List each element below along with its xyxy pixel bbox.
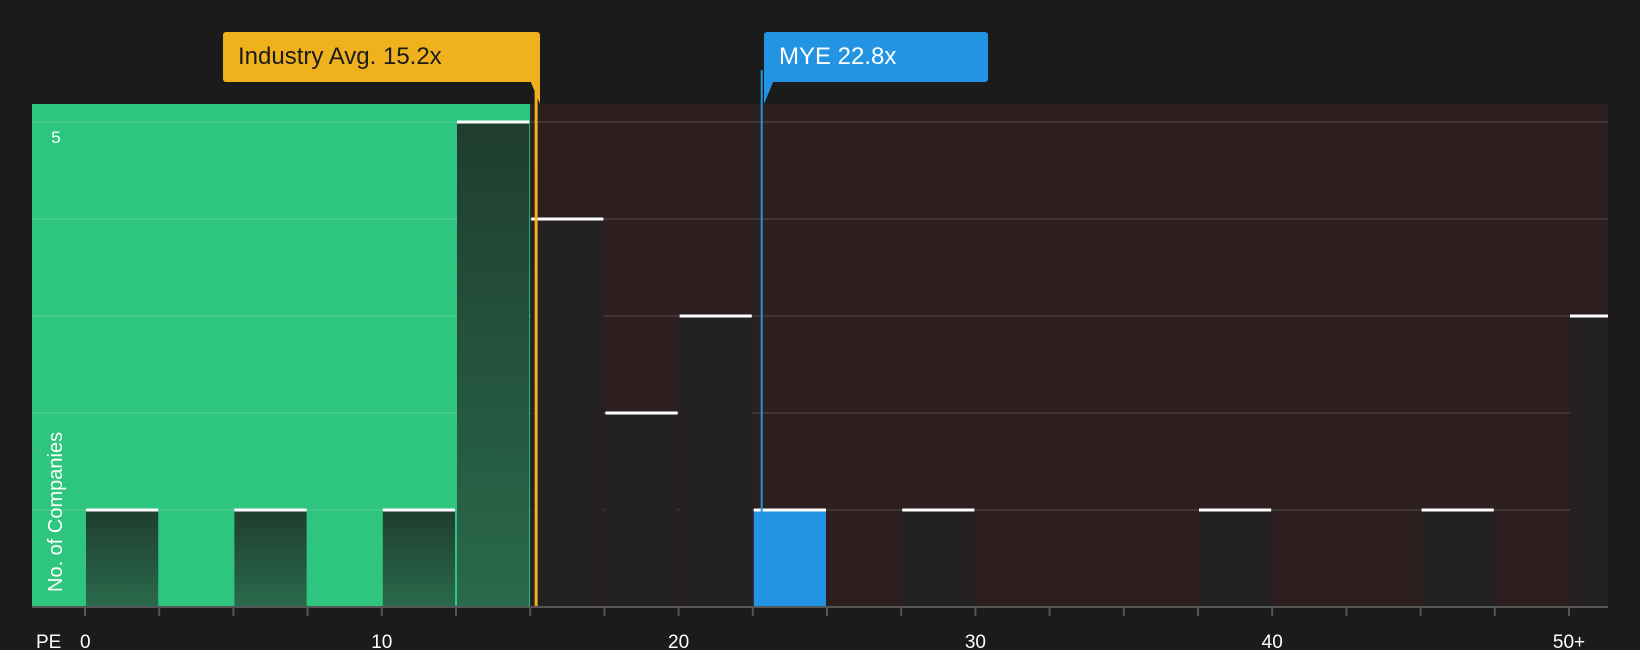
histogram-bar: [531, 219, 604, 607]
histogram-bar: [679, 316, 752, 607]
company-value-label: MYE 22.8x: [779, 43, 897, 70]
histogram-bar: [605, 413, 678, 607]
histogram-bar: [86, 510, 159, 607]
industry-average-label: Industry Avg. 15.2x: [238, 43, 442, 70]
company-value-callout: MYE 22.8x: [764, 32, 988, 104]
x-tick-label: 50+: [1553, 632, 1585, 650]
y-axis-label: No. of Companies: [45, 432, 67, 592]
histogram-bar: [1199, 510, 1272, 607]
histogram-bar: [457, 122, 530, 607]
y-axis-tick-label: 5: [51, 128, 60, 147]
histogram-bar: [234, 510, 307, 607]
histogram-bar: [382, 510, 455, 607]
company-callout-pointer: [764, 80, 774, 104]
histogram-bar-company: [753, 510, 826, 607]
x-tick-label: 10: [371, 632, 392, 650]
x-axis-label: PE: [36, 632, 61, 650]
x-tick-label: 0: [80, 632, 91, 650]
pe-distribution-chart: 0 10 20 30 40 50+ PE 5 No. of Companies: [32, 70, 1609, 650]
x-tick-label: 20: [668, 632, 689, 650]
x-tick-label: 30: [965, 632, 986, 650]
industry-callout-pointer: [530, 80, 540, 104]
industry-average-callout: Industry Avg. 15.2x: [223, 32, 540, 104]
x-tick-label: 40: [1262, 632, 1283, 650]
histogram-bar: [902, 510, 975, 607]
x-axis-ticks: 0 10 20 30 40 50+: [80, 607, 1585, 650]
histogram-bar: [1421, 510, 1494, 607]
histogram-bar: [1570, 316, 1608, 607]
